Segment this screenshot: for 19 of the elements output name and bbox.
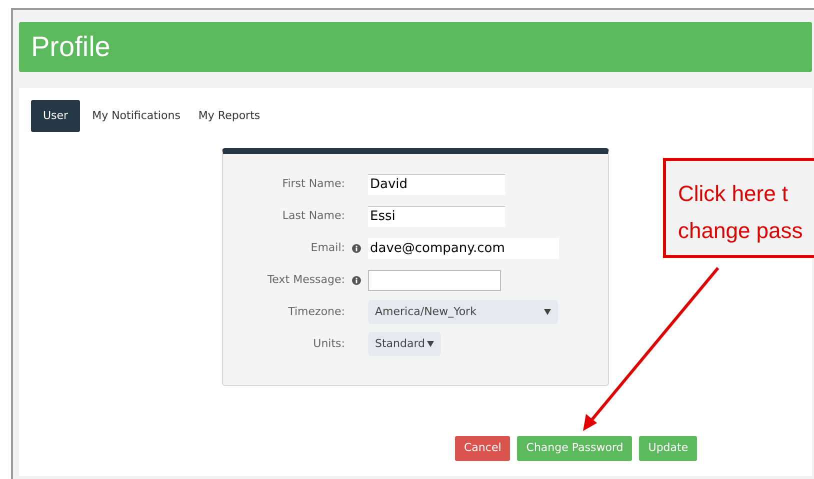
field-label: Text Message: bbox=[266, 272, 345, 288]
field-label: Units: bbox=[312, 336, 345, 352]
arrow-icon bbox=[583, 267, 720, 431]
action-button[interactable]: Cancel bbox=[455, 436, 510, 461]
field-label: Timezone: bbox=[287, 304, 345, 320]
input-field[interactable] bbox=[368, 270, 501, 290]
input-field[interactable]: Essi bbox=[368, 206, 505, 226]
caret-icon bbox=[544, 309, 551, 315]
input-field[interactable]: dave@company.com bbox=[368, 238, 559, 258]
caret-icon bbox=[427, 341, 434, 347]
dropdown[interactable]: Standard bbox=[368, 332, 442, 356]
input-field[interactable]: David bbox=[368, 174, 505, 194]
page-title: Profile bbox=[31, 30, 110, 64]
field-label: Email: bbox=[310, 240, 345, 256]
field-label: First Name: bbox=[281, 176, 345, 192]
dropdown[interactable]: America/New_York bbox=[368, 300, 558, 324]
callout-text: Click here t change pass bbox=[678, 180, 804, 245]
field-label: Last Name: bbox=[281, 208, 345, 224]
tab[interactable]: User bbox=[31, 100, 80, 132]
